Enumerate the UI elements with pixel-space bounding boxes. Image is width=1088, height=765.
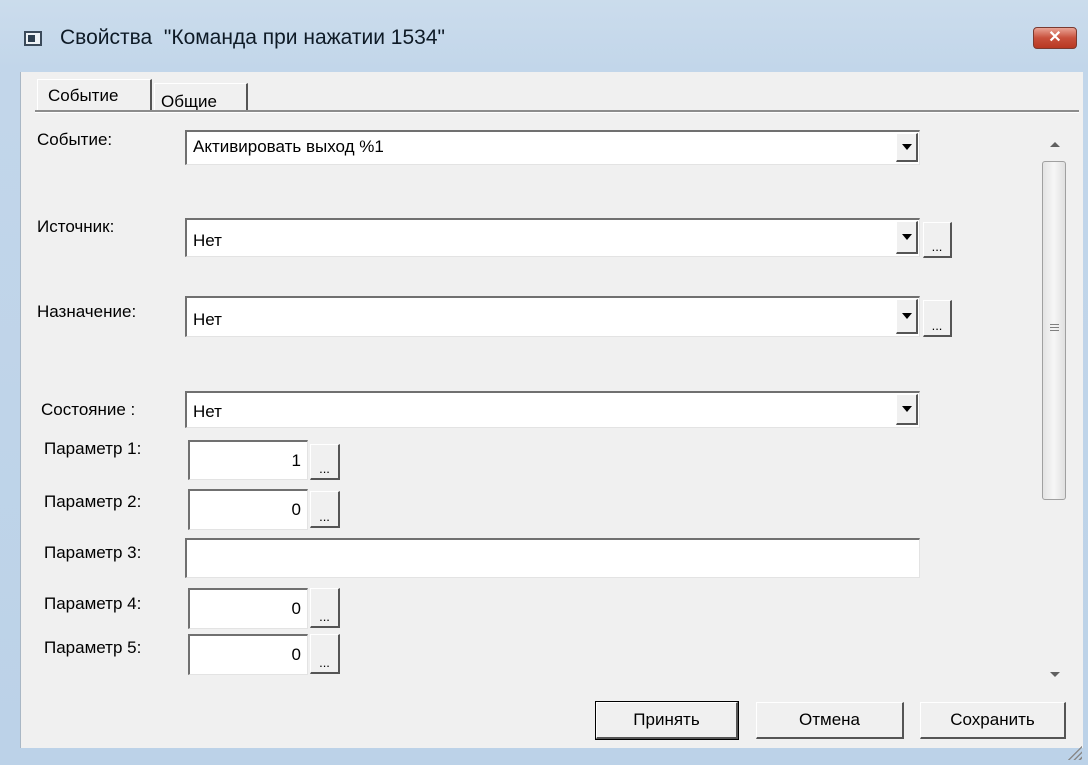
state-dropdown-button[interactable]	[896, 394, 918, 425]
chevron-down-icon	[902, 234, 912, 240]
vertical-scrollbar[interactable]	[1037, 126, 1073, 686]
resize-grip-icon[interactable]	[1066, 744, 1082, 760]
source-label: Источник:	[37, 217, 115, 236]
state-select[interactable]: Нет	[185, 391, 920, 428]
param5-value: 0	[291, 645, 301, 664]
save-button[interactable]: Сохранить	[920, 702, 1066, 739]
close-button[interactable]: ✕	[1033, 27, 1077, 49]
close-icon: ✕	[1048, 29, 1062, 46]
title-bar[interactable]: Свойства "Команда при нажатии 1534" ✕	[0, 0, 1088, 64]
param4-label: Параметр 4:	[44, 594, 142, 613]
param2-browse-button[interactable]: ...	[310, 491, 340, 528]
destination-select[interactable]: Нет	[185, 296, 920, 337]
param5-browse-button[interactable]: ...	[310, 634, 340, 674]
param1-label: Параметр 1:	[44, 439, 142, 458]
state-value: Нет	[193, 402, 222, 421]
source-browse-button[interactable]: ...	[923, 222, 952, 258]
scroll-up-icon[interactable]	[1050, 142, 1060, 147]
param3-field[interactable]	[185, 538, 920, 578]
destination-dropdown-button[interactable]	[896, 299, 918, 334]
cancel-button[interactable]: Отмена	[756, 702, 904, 739]
param4-field[interactable]: 0	[188, 588, 308, 629]
param2-value: 0	[291, 500, 301, 519]
param3-label: Параметр 3:	[44, 543, 142, 562]
event-value: Активировать выход %1	[193, 137, 384, 156]
source-dropdown-button[interactable]	[896, 221, 918, 254]
param2-label: Параметр 2:	[44, 492, 142, 511]
accept-button[interactable]: Принять	[595, 701, 739, 740]
ellipsis-icon: ...	[319, 655, 330, 670]
param2-field[interactable]: 0	[188, 489, 308, 530]
ellipsis-icon: ...	[319, 509, 330, 524]
destination-value: Нет	[193, 310, 222, 329]
scroll-thumb[interactable]	[1042, 161, 1066, 500]
window-title: Свойства "Команда при нажатии 1534"	[60, 26, 445, 49]
state-label: Состояние :	[41, 400, 136, 419]
properties-window: Свойства "Команда при нажатии 1534" ✕ Со…	[0, 0, 1088, 765]
param5-field[interactable]: 0	[188, 634, 308, 675]
ellipsis-icon: ...	[319, 609, 330, 624]
destination-label: Назначение:	[37, 302, 137, 321]
scroll-down-icon[interactable]	[1050, 672, 1060, 677]
param1-value: 1	[291, 451, 301, 470]
ellipsis-icon: ...	[931, 239, 943, 254]
param4-browse-button[interactable]: ...	[310, 588, 340, 628]
tab-event[interactable]: Событие	[37, 79, 152, 110]
source-select[interactable]: Нет	[185, 218, 920, 257]
tab-general[interactable]: Общие	[154, 83, 248, 111]
ellipsis-icon: ...	[931, 318, 943, 333]
chevron-down-icon	[902, 313, 912, 319]
param1-browse-button[interactable]: ...	[310, 444, 340, 480]
param4-value: 0	[291, 599, 301, 618]
window-icon	[24, 31, 42, 46]
event-label: Событие:	[37, 130, 113, 149]
event-select[interactable]: Активировать выход %1	[185, 130, 920, 165]
tab-divider-highlight	[35, 112, 1079, 113]
source-value: Нет	[193, 231, 222, 250]
event-dropdown-button[interactable]	[896, 133, 918, 162]
ellipsis-icon: ...	[319, 461, 330, 476]
chevron-down-icon	[902, 406, 912, 412]
dialog-body: Событие Общие Событие: Активировать выхо…	[20, 72, 1083, 748]
param1-field[interactable]: 1	[188, 440, 308, 480]
chevron-down-icon	[902, 144, 912, 150]
grip-icon	[1050, 324, 1059, 333]
destination-browse-button[interactable]: ...	[923, 300, 952, 337]
param5-label: Параметр 5:	[44, 638, 142, 657]
